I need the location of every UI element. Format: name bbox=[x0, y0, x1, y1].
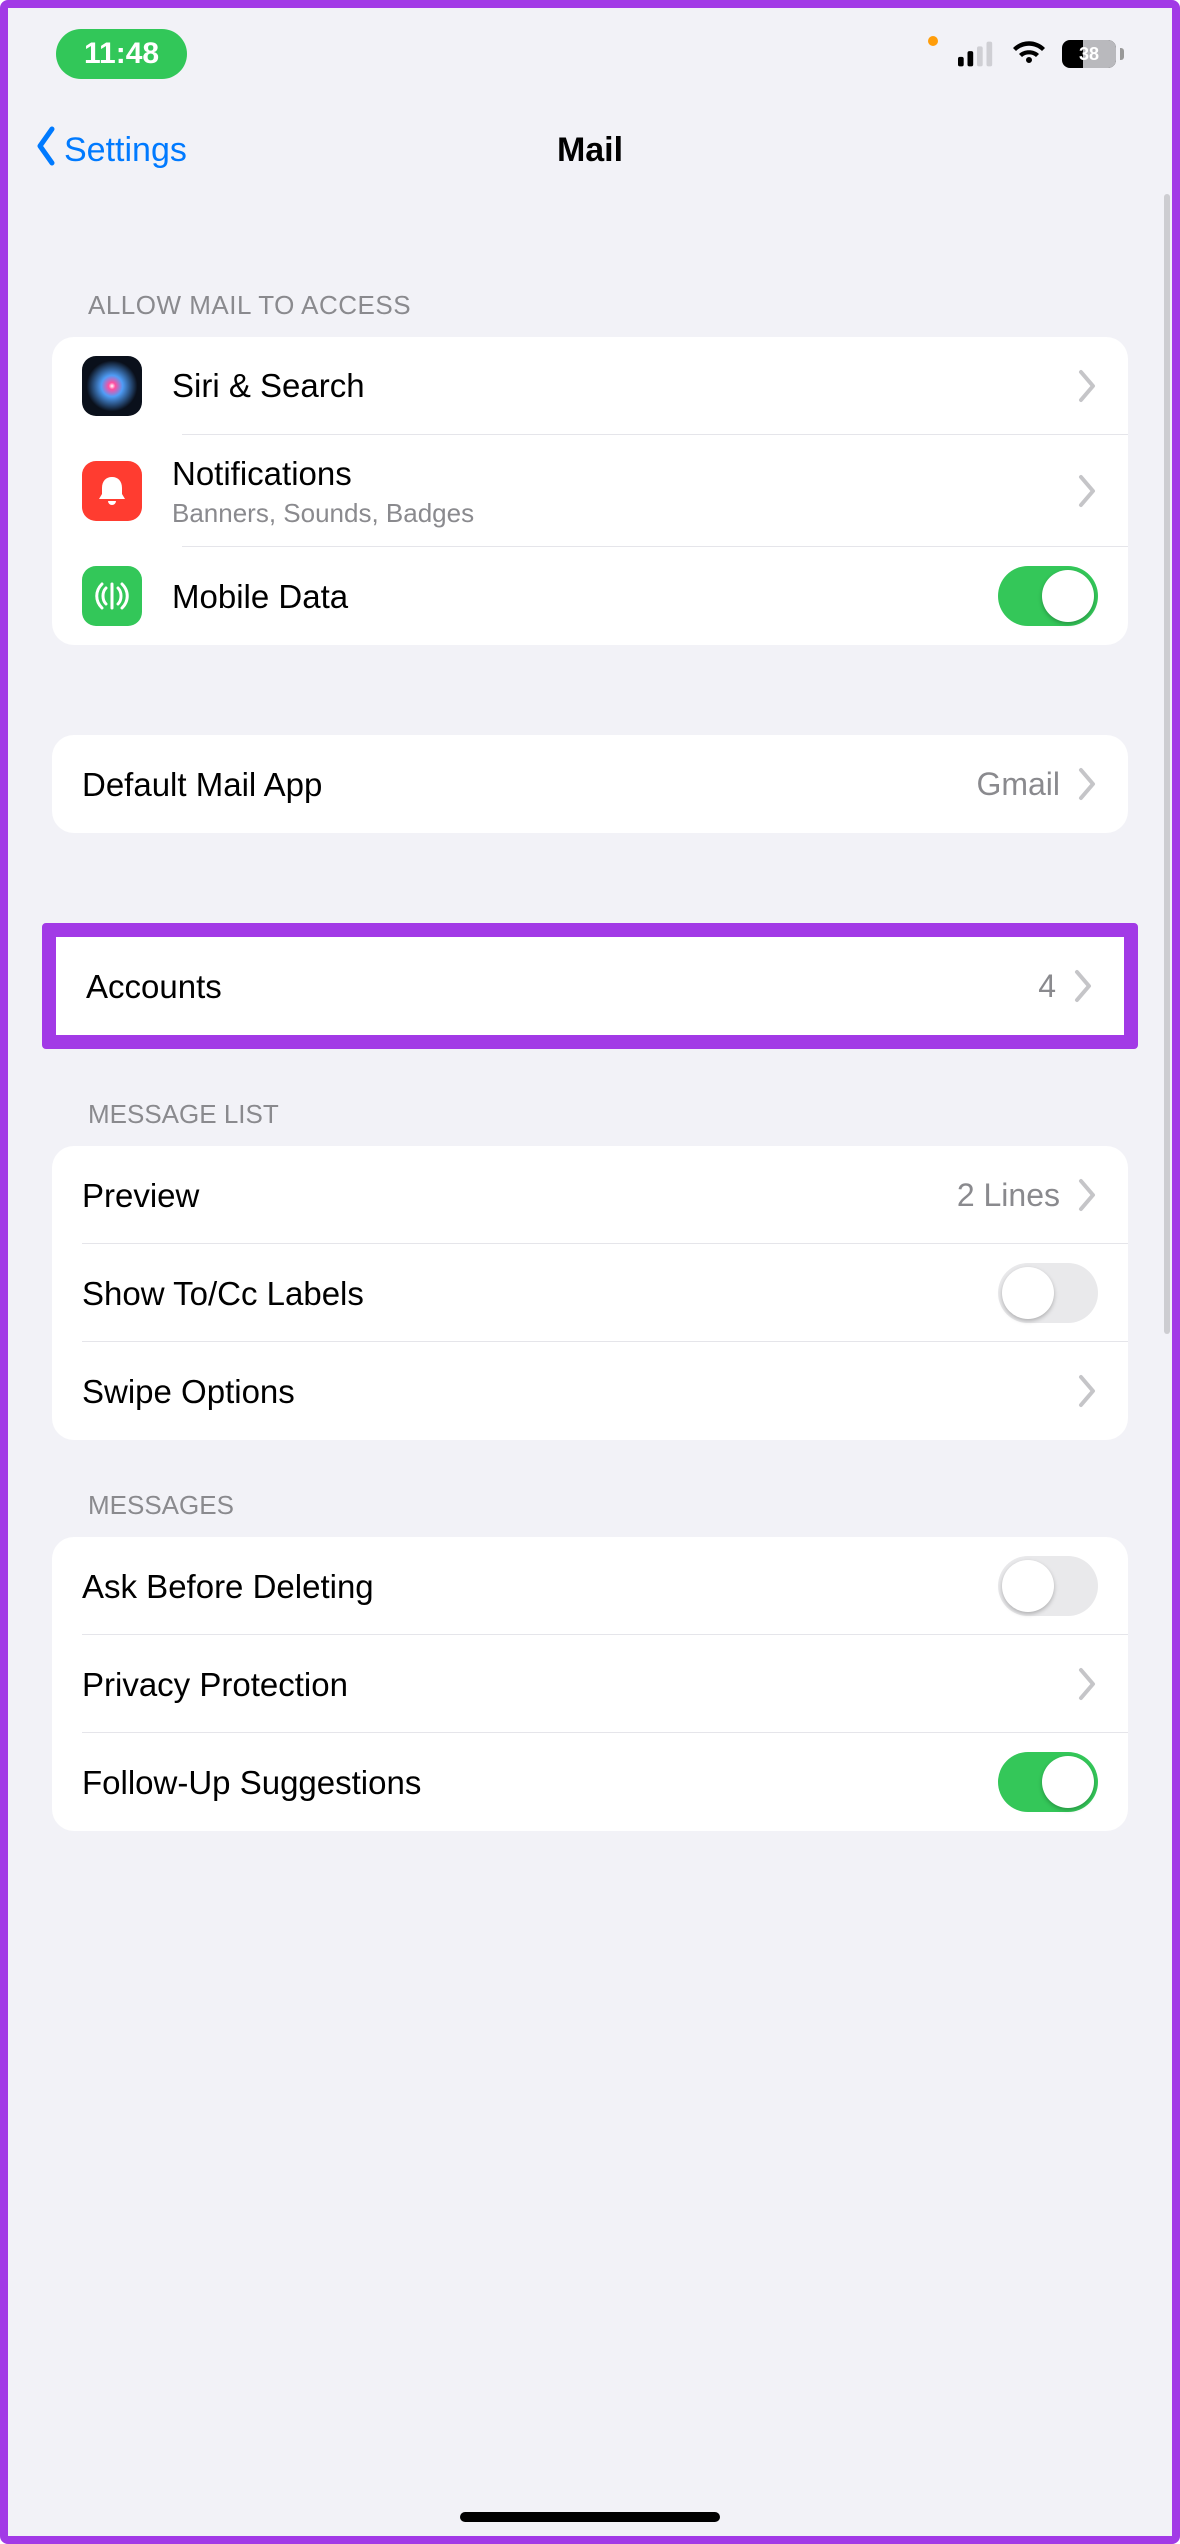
chevron-right-icon bbox=[1076, 1177, 1098, 1213]
row-label: Siri & Search bbox=[172, 365, 1076, 406]
status-time-pill[interactable]: 11:48 bbox=[56, 29, 187, 79]
cellular-signal-icon bbox=[958, 41, 996, 67]
row-siri-search[interactable]: Siri & Search bbox=[52, 337, 1128, 435]
row-swipe-options[interactable]: Swipe Options bbox=[52, 1342, 1128, 1440]
notifications-icon bbox=[82, 461, 142, 521]
status-bar: 11:48 38 bbox=[8, 8, 1172, 100]
row-show-tocc[interactable]: Show To/Cc Labels bbox=[52, 1244, 1128, 1342]
row-value: 4 bbox=[1038, 968, 1056, 1005]
chevron-right-icon bbox=[1076, 1373, 1098, 1409]
row-label: Show To/Cc Labels bbox=[82, 1273, 998, 1314]
row-label: Privacy Protection bbox=[82, 1664, 1076, 1705]
home-indicator[interactable] bbox=[460, 2512, 720, 2522]
wifi-icon bbox=[1010, 41, 1048, 67]
chevron-right-icon bbox=[1076, 473, 1098, 509]
row-ask-before-deleting[interactable]: Ask Before Deleting bbox=[52, 1537, 1128, 1635]
toggle-mobile-data[interactable] bbox=[998, 566, 1098, 626]
section-header-message-list: MESSAGE LIST bbox=[52, 1049, 1128, 1146]
row-followup-suggestions[interactable]: Follow-Up Suggestions bbox=[52, 1733, 1128, 1831]
section-header-messages: MESSAGES bbox=[52, 1440, 1128, 1537]
privacy-indicator-dot bbox=[928, 36, 938, 46]
section-header-allow-access: ALLOW MAIL TO ACCESS bbox=[52, 200, 1128, 337]
row-label: Swipe Options bbox=[82, 1371, 1076, 1412]
chevron-right-icon bbox=[1076, 766, 1098, 802]
row-label: Mobile Data bbox=[172, 576, 998, 617]
toggle-show-tocc[interactable] bbox=[998, 1263, 1098, 1323]
row-label: Follow-Up Suggestions bbox=[82, 1762, 998, 1803]
group-allow-access: Siri & Search Notifications Banners, Sou… bbox=[52, 337, 1128, 645]
toggle-ask-before-deleting[interactable] bbox=[998, 1556, 1098, 1616]
group-accounts: Accounts 4 bbox=[56, 937, 1124, 1035]
mobile-data-icon bbox=[82, 566, 142, 626]
siri-icon bbox=[82, 356, 142, 416]
battery-icon: 38 bbox=[1062, 40, 1124, 68]
row-label: Notifications bbox=[172, 453, 1076, 494]
row-privacy-protection[interactable]: Privacy Protection bbox=[52, 1635, 1128, 1733]
row-label: Ask Before Deleting bbox=[82, 1566, 998, 1607]
back-button[interactable]: Settings bbox=[32, 126, 187, 175]
highlight-accounts: Accounts 4 bbox=[42, 923, 1138, 1049]
group-default-mail: Default Mail App Gmail bbox=[52, 735, 1128, 833]
row-value: Gmail bbox=[976, 766, 1060, 803]
row-notifications[interactable]: Notifications Banners, Sounds, Badges bbox=[52, 435, 1128, 547]
chevron-right-icon bbox=[1076, 1666, 1098, 1702]
row-accounts[interactable]: Accounts 4 bbox=[56, 937, 1124, 1035]
back-label: Settings bbox=[64, 131, 187, 170]
row-label: Preview bbox=[82, 1175, 957, 1216]
row-preview[interactable]: Preview 2 Lines bbox=[52, 1146, 1128, 1244]
row-label: Default Mail App bbox=[82, 764, 976, 805]
row-value: 2 Lines bbox=[957, 1177, 1060, 1214]
toggle-followup[interactable] bbox=[998, 1752, 1098, 1812]
row-default-mail-app[interactable]: Default Mail App Gmail bbox=[52, 735, 1128, 833]
row-sublabel: Banners, Sounds, Badges bbox=[172, 498, 1076, 529]
chevron-left-icon bbox=[32, 126, 60, 175]
row-mobile-data[interactable]: Mobile Data bbox=[52, 547, 1128, 645]
nav-header: Settings Mail bbox=[8, 100, 1172, 200]
chevron-right-icon bbox=[1076, 368, 1098, 404]
row-label: Accounts bbox=[86, 966, 1038, 1007]
chevron-right-icon bbox=[1072, 968, 1094, 1004]
group-message-list: Preview 2 Lines Show To/Cc Labels Swipe … bbox=[52, 1146, 1128, 1440]
group-messages: Ask Before Deleting Privacy Protection F… bbox=[52, 1537, 1128, 1831]
